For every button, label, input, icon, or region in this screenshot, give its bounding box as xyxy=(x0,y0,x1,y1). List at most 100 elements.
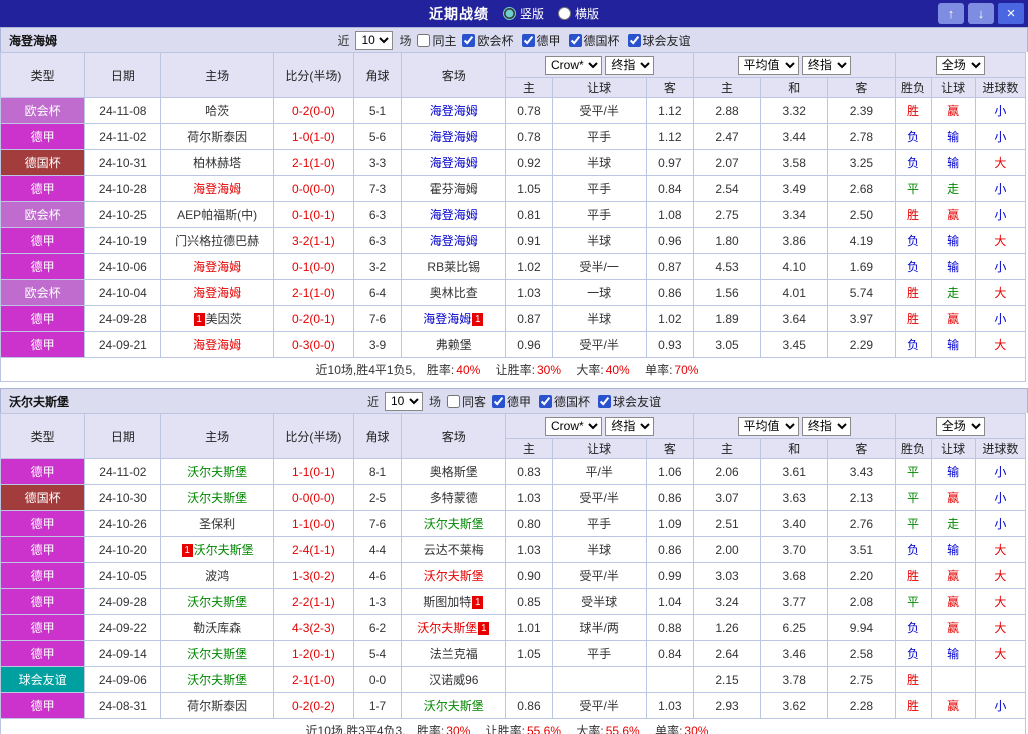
home-team-name: 勒沃库森 xyxy=(193,621,242,635)
date-cell: 24-08-31 xyxy=(84,692,162,719)
league-filter-input[interactable] xyxy=(462,33,476,47)
corners-cell: 6-3 xyxy=(352,227,403,254)
near-label: 近 xyxy=(337,33,350,48)
league-filter-input[interactable] xyxy=(598,394,612,408)
close-button[interactable]: × xyxy=(998,3,1024,24)
goals-result-cell: 小 xyxy=(974,484,1027,511)
euro-book-select[interactable]: 平均值 xyxy=(737,416,799,436)
euro-home-odds-cell: 3.05 xyxy=(692,331,762,358)
corners-cell: 6-3 xyxy=(352,201,403,228)
match-count-select[interactable]: 10 xyxy=(384,391,423,411)
corners-cell: 5-1 xyxy=(352,97,403,124)
handicap-line-cell: 受平/半 xyxy=(551,484,647,511)
goals-result-cell: 大 xyxy=(974,149,1027,176)
date-cell: 24-10-26 xyxy=(84,510,162,537)
handicap-result-cell: 输 xyxy=(930,227,976,254)
handicap-line-cell: 平手 xyxy=(551,201,647,228)
games-label: 场 xyxy=(399,33,412,48)
layout-horizontal-radio[interactable]: 横版 xyxy=(558,5,599,22)
date-cell: 24-10-30 xyxy=(84,484,162,511)
col-euro-home: 主 xyxy=(692,77,762,98)
league-type-cell: 德国杯 xyxy=(0,484,86,511)
league-filter-input[interactable] xyxy=(521,33,535,47)
win-rate: 40% xyxy=(456,363,481,377)
league-filter-checkbox[interactable]: 欧会杯 xyxy=(462,32,514,49)
away-team-cell: 奥林比查 xyxy=(401,279,507,306)
league-filter-checkbox[interactable]: 球会友谊 xyxy=(627,32,691,49)
summary-row: 近10场,胜3平4负3, 胜率: 30% 让胜率: 55.6% 大率: 55.6% 单… xyxy=(0,718,1026,734)
summary-record: 近10场,胜4平1负5, xyxy=(315,363,416,377)
away-team-cell: 海登海姆 xyxy=(401,97,507,124)
euro-type-select[interactable]: 终指 xyxy=(801,416,851,436)
home-team-cell: 荷尔斯泰因 xyxy=(160,123,274,150)
league-filter-label: 球会友谊 xyxy=(613,394,662,409)
titlebar: 近期战绩 竖版 横版 ↑ ↓ × xyxy=(0,0,1028,27)
asia-book-select[interactable]: Crow* xyxy=(544,416,602,436)
result-cell: 胜 xyxy=(894,666,932,693)
asian-home-odds-cell: 1.05 xyxy=(505,640,553,667)
euro-home-odds-cell: 1.89 xyxy=(692,305,762,332)
asia-type-select[interactable]: 终指 xyxy=(605,55,655,75)
league-filter-checkbox[interactable]: 德国杯 xyxy=(568,32,620,49)
league-filter-input[interactable] xyxy=(627,33,641,47)
corners-cell: 3-3 xyxy=(352,149,403,176)
league-filter-label: 德国杯 xyxy=(554,394,591,409)
euro-draw-odds-cell: 3.49 xyxy=(760,175,829,202)
away-team-name: 汉诺威96 xyxy=(429,673,479,687)
same-venue-checkbox[interactable]: 同主 xyxy=(417,32,456,49)
score-cell: 1-0(1-0) xyxy=(272,123,354,150)
same-venue-checkbox[interactable]: 同客 xyxy=(446,393,486,410)
league-type-cell: 欧会杯 xyxy=(0,97,86,124)
home-team-name: 哈茨 xyxy=(205,104,230,118)
handicap-line-cell: 受平/半 xyxy=(551,331,647,358)
asia-type-select[interactable]: 终指 xyxy=(605,416,655,436)
euro-home-odds-cell: 2.00 xyxy=(692,536,762,563)
asia-book-select[interactable]: Crow* xyxy=(544,55,602,75)
result-cell: 负 xyxy=(894,123,932,150)
league-filter-checkbox[interactable]: 德甲 xyxy=(492,393,531,410)
league-filter-input[interactable] xyxy=(568,33,582,47)
euro-away-odds-cell: 2.75 xyxy=(827,666,896,693)
table-row: 德甲 24-10-20 1 沃尔夫斯堡 2-4(1-1) 4-4 云达不莱梅 1.… xyxy=(0,536,1027,563)
scope-select[interactable]: 全场 xyxy=(935,416,985,436)
home-team-cell: 沃尔夫斯堡 xyxy=(160,666,274,693)
euro-book-select[interactable]: 平均值 xyxy=(737,55,799,75)
table-row: 德甲 24-08-31 荷尔斯泰因 0-2(0-2) 1-7 沃尔夫斯堡 0.8… xyxy=(0,692,1027,719)
league-type-cell: 欧会杯 xyxy=(0,279,86,306)
date-cell: 24-10-28 xyxy=(84,175,162,202)
match-count-select[interactable]: 10 xyxy=(355,30,394,50)
result-cell: 胜 xyxy=(894,305,932,332)
league-filter-input[interactable] xyxy=(539,394,553,408)
away-team-name: 海登海姆 xyxy=(429,208,478,222)
league-filter-input[interactable] xyxy=(492,394,505,408)
scope-select[interactable]: 全场 xyxy=(935,55,985,75)
euro-draw-odds-cell: 3.44 xyxy=(760,123,829,150)
table-row: 欧会杯 24-10-04 海登海姆 2-1(1-0) 6-4 奥林比查 1.03… xyxy=(0,279,1027,306)
date-cell: 24-09-28 xyxy=(84,305,162,332)
euro-draw-odds-cell: 3.40 xyxy=(760,510,829,537)
arrow-down-icon: ↓ xyxy=(977,6,985,21)
handicap-result-cell: 输 xyxy=(930,123,976,150)
home-team-cell: 门兴格拉德巴赫 xyxy=(160,227,274,254)
col-score: 比分(半场) xyxy=(272,52,354,98)
euro-type-select[interactable]: 终指 xyxy=(801,55,851,75)
handicap-line-cell: 一球 xyxy=(551,279,647,306)
asian-home-odds-cell: 0.80 xyxy=(505,510,553,537)
league-filter-checkbox[interactable]: 球会友谊 xyxy=(598,393,661,410)
layout-vertical-radio[interactable]: 竖版 xyxy=(502,5,544,22)
scroll-down-button[interactable]: ↓ xyxy=(968,3,994,24)
euro-draw-odds-cell: 4.01 xyxy=(760,279,829,306)
table-row: 德甲 24-10-19 门兴格拉德巴赫 3-2(1-1) 6-3 海登海姆 0.… xyxy=(0,227,1027,254)
league-filter-checkbox[interactable]: 德国杯 xyxy=(539,393,590,410)
away-team-cell: 沃尔夫斯堡 xyxy=(401,510,507,537)
score-cell: 2-1(1-0) xyxy=(272,666,354,693)
away-team-cell: 霍芬海姆 xyxy=(401,175,507,202)
euro-home-odds-cell: 3.07 xyxy=(692,484,762,511)
scroll-up-button[interactable]: ↑ xyxy=(938,3,964,24)
filter-bar: 近 10 场 同主 欧会杯 德甲 德国杯 球会友谊 xyxy=(337,30,691,50)
table-row: 德甲 24-09-21 海登海姆 0-3(0-0) 3-9 弗赖堡 0.96 受… xyxy=(0,331,1027,358)
league-filter-label: 欧会杯 xyxy=(477,33,514,48)
league-filter-checkbox[interactable]: 德甲 xyxy=(521,32,561,49)
away-team-cell: 法兰克福 xyxy=(401,640,507,667)
handicap-line-cell: 半球 xyxy=(551,227,647,254)
